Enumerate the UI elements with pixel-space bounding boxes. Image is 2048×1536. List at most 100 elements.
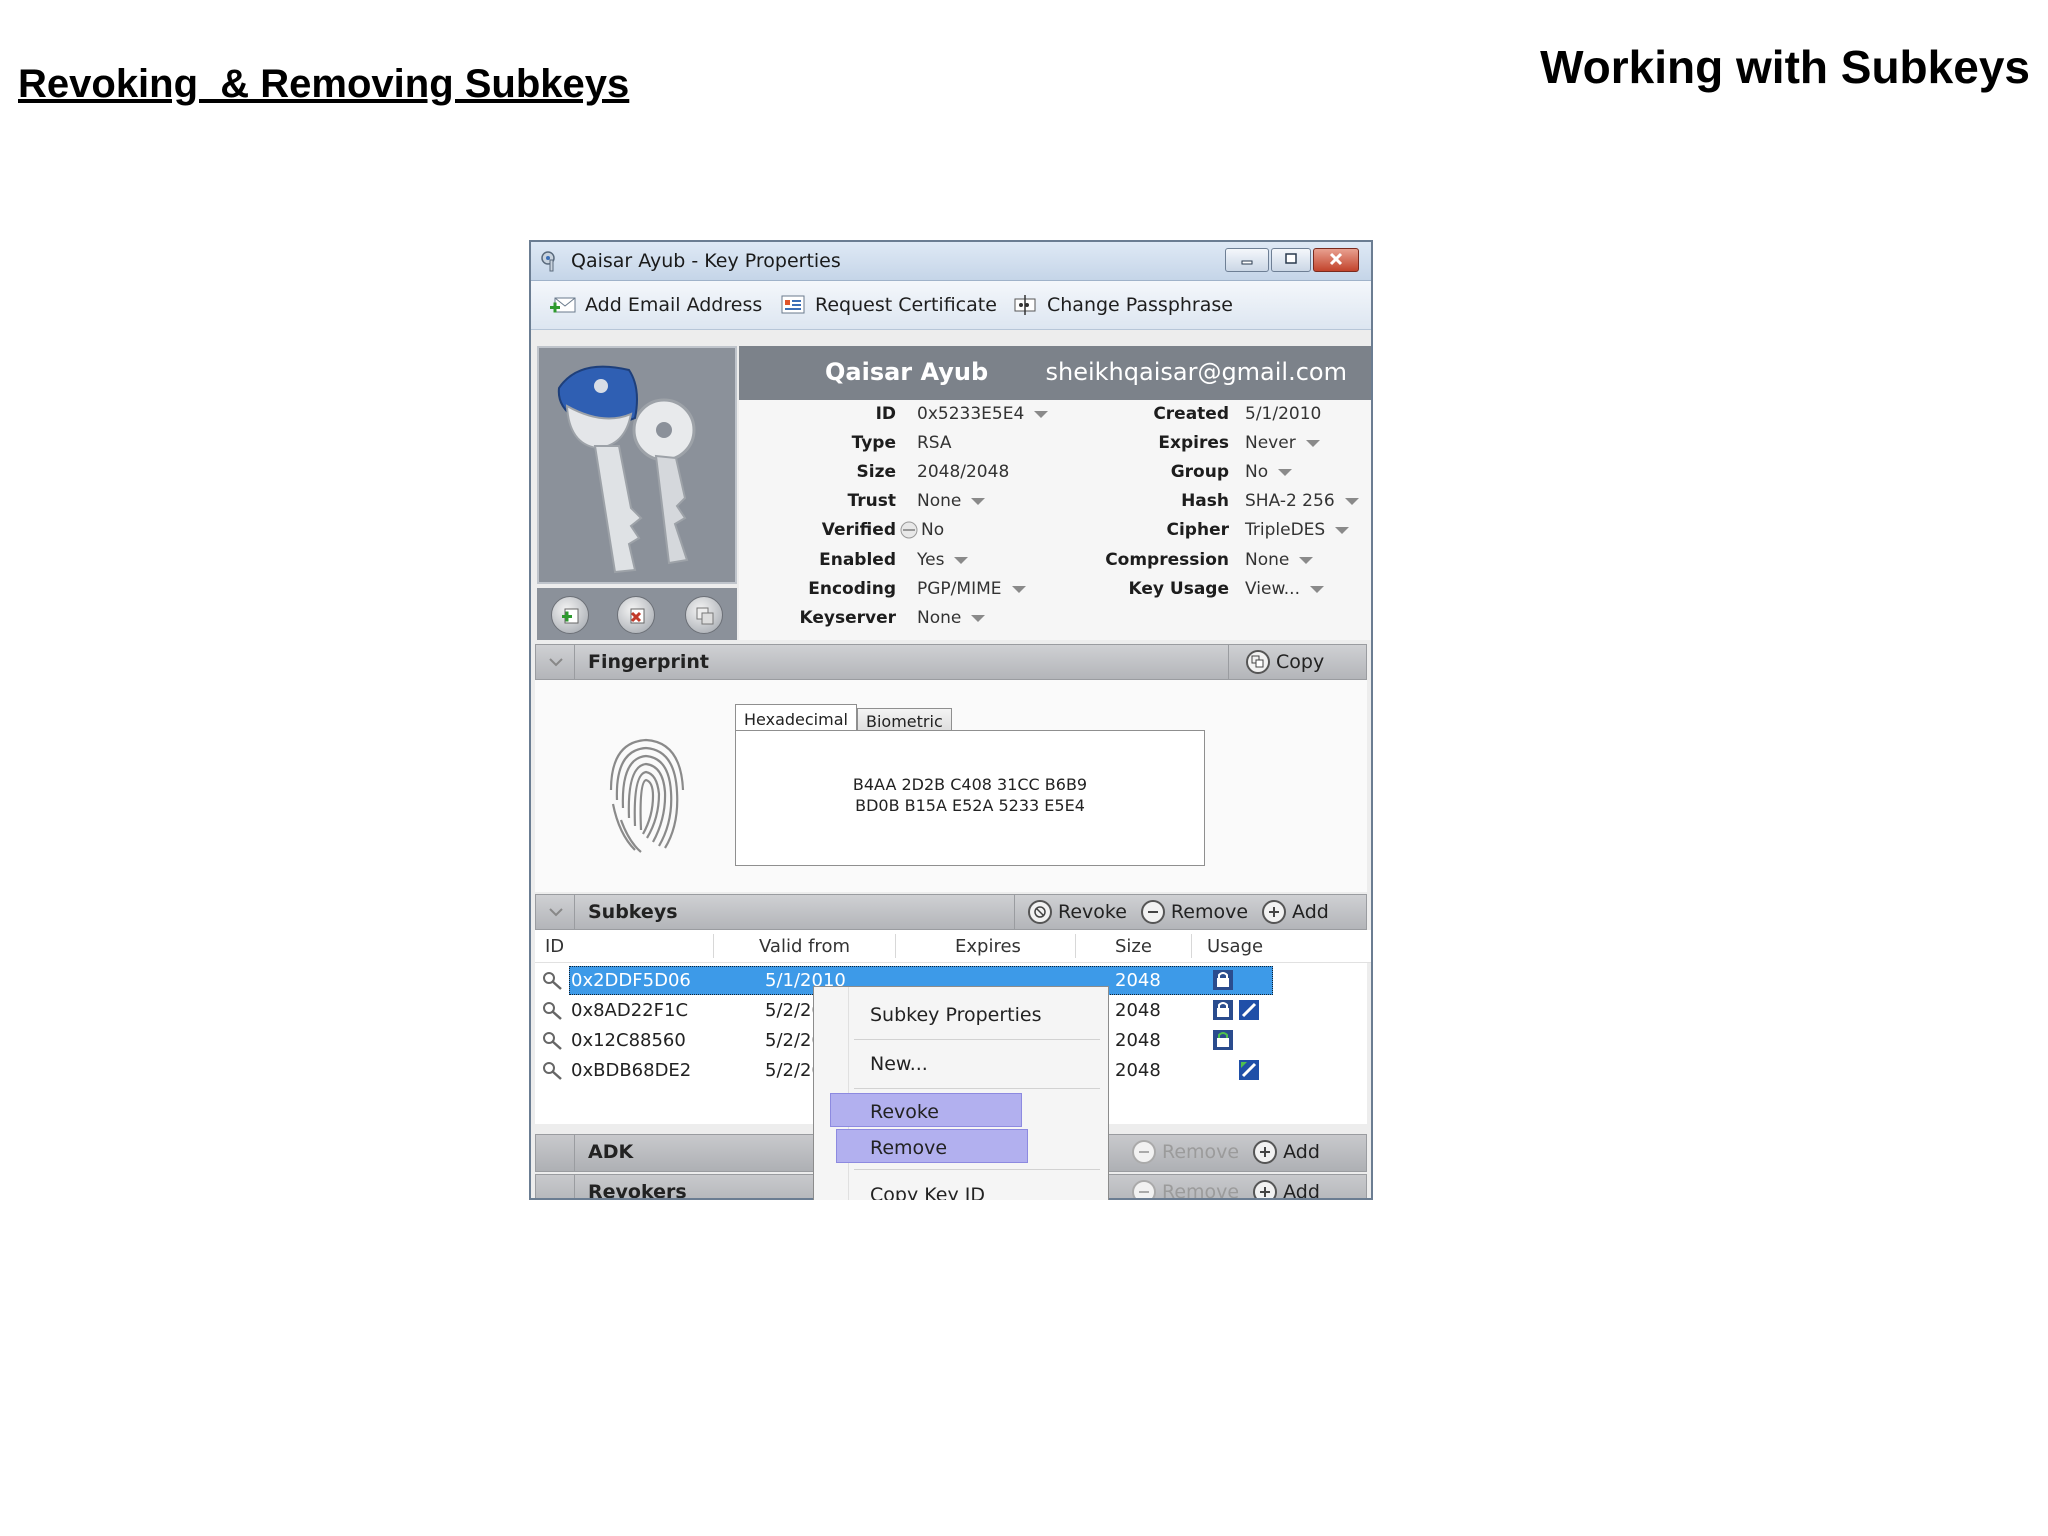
add-photo-button[interactable] xyxy=(551,596,589,634)
column-separator[interactable] xyxy=(1191,934,1192,958)
subkey-icon xyxy=(543,1062,562,1080)
fingerprint-panel: Hexadecimal Biometric B4AA 2D2B C408 31C… xyxy=(535,680,1367,892)
prop-value-id[interactable]: 0x5233E5E4 xyxy=(917,404,1049,424)
title-bar[interactable]: Qaisar Ayub - Key Properties xyxy=(531,242,1371,281)
key-properties-panel: ID 0x5233E5E4 Type RSA Size 2048/2048 Tr… xyxy=(739,400,1371,640)
dropdown-arrow-icon xyxy=(1278,468,1293,476)
prop-value-keyserver[interactable]: None xyxy=(917,608,986,628)
key-owner-email: sheikhqaisar@gmail.com xyxy=(1045,358,1348,386)
pgp-key-icon xyxy=(541,251,555,272)
change-passphrase-button[interactable]: Change Passphrase xyxy=(1011,291,1233,319)
prop-value-expires[interactable]: Never xyxy=(1245,433,1320,453)
column-header-id[interactable]: ID xyxy=(545,936,564,957)
fingerprint-actions: Copy xyxy=(1232,649,1324,675)
column-header-expires[interactable]: Expires xyxy=(955,936,1021,957)
minimize-button[interactable] xyxy=(1225,248,1269,272)
lock-icon xyxy=(1213,970,1233,990)
remove-adk-button[interactable]: Remove xyxy=(1132,1140,1239,1164)
remove-photo-icon xyxy=(630,608,645,624)
revoke-subkey-button[interactable]: Revoke xyxy=(1028,900,1127,924)
copy-fingerprint-button[interactable]: Copy xyxy=(1246,650,1324,674)
menu-separator xyxy=(854,1039,1100,1040)
copy-icon xyxy=(1246,650,1270,674)
close-button[interactable] xyxy=(1313,248,1359,272)
plus-icon xyxy=(1253,1180,1278,1198)
prop-value-compression[interactable]: None xyxy=(1245,550,1314,570)
menu-item-new[interactable]: New... xyxy=(814,1046,1108,1082)
column-separator[interactable] xyxy=(713,934,714,958)
subkey-context-menu: Subkey Properties New... Revoke Remove C… xyxy=(813,986,1109,1206)
copy-photo-icon xyxy=(696,607,714,625)
key-owner-name: Qaisar Ayub xyxy=(825,358,989,386)
remove-revoker-button[interactable]: Remove xyxy=(1132,1180,1239,1198)
prop-label-compression: Compression xyxy=(1105,550,1229,570)
subkeys-section-label: Subkeys xyxy=(588,901,678,923)
minus-icon xyxy=(1132,1140,1156,1164)
divider xyxy=(574,895,575,929)
prop-value-group[interactable]: No xyxy=(1245,462,1293,482)
prop-value-verified[interactable]: No xyxy=(899,520,944,540)
remove-subkey-button[interactable]: Remove xyxy=(1140,900,1248,924)
revokers-actions: Remove Add xyxy=(1118,1179,1320,1200)
fingerprint-value-box: B4AA 2D2B C408 31CC B6B9 BD0B B15A E52A … xyxy=(735,730,1205,866)
subkeys-section-header[interactable]: Subkeys Revoke Remove Add xyxy=(535,894,1367,930)
add-adk-label: Add xyxy=(1283,1141,1320,1163)
request-certificate-button[interactable]: Request Certificate xyxy=(779,291,997,319)
remove-photo-button[interactable] xyxy=(617,596,655,634)
copy-photo-button[interactable] xyxy=(685,596,723,634)
prop-value-key-usage[interactable]: View... xyxy=(1245,579,1324,599)
dropdown-arrow-icon xyxy=(1310,585,1324,593)
menu-item-revoke[interactable]: Revoke xyxy=(814,1094,1108,1130)
column-header-size[interactable]: Size xyxy=(1115,936,1152,957)
prop-label-verified: Verified xyxy=(821,520,896,540)
prop-value-size: 2048/2048 xyxy=(917,462,1010,482)
subkey-id: 0x8AD22F1C xyxy=(571,1000,689,1021)
revoke-label: Revoke xyxy=(1058,901,1127,923)
sign-pen-icon xyxy=(1239,1060,1259,1080)
menu-item-subkey-properties[interactable]: Subkey Properties xyxy=(814,997,1108,1033)
subkey-icon xyxy=(543,1002,562,1020)
column-separator[interactable] xyxy=(1075,934,1076,958)
prop-value-enabled[interactable]: Yes xyxy=(917,550,969,570)
keys-image-icon xyxy=(557,365,696,574)
subkey-size: 2048 xyxy=(1115,1000,1161,1021)
divider xyxy=(574,645,575,679)
add-photo-icon xyxy=(562,608,579,624)
plus-icon xyxy=(1262,900,1287,924)
change-passphrase-label: Change Passphrase xyxy=(1047,294,1233,316)
add-email-label: Add Email Address xyxy=(585,294,763,316)
add-subkey-button[interactable]: Add xyxy=(1262,900,1329,924)
add-revoker-button[interactable]: Add xyxy=(1253,1180,1320,1200)
add-adk-button[interactable]: Add xyxy=(1253,1140,1320,1164)
crop-mask xyxy=(813,1200,1113,1240)
prop-value-hash[interactable]: SHA-2 256 xyxy=(1245,491,1359,511)
subkey-id: 0x12C88560 xyxy=(571,1030,686,1051)
maximize-icon xyxy=(1285,253,1297,264)
dropdown-arrow-icon xyxy=(971,614,986,622)
add-email-button[interactable]: Add Email Address xyxy=(549,291,762,319)
envelope-add-icon xyxy=(550,297,576,313)
divider xyxy=(574,1135,575,1171)
subkeys-actions: Revoke Remove Add xyxy=(1014,899,1329,925)
prop-value-trust[interactable]: None xyxy=(917,491,986,511)
column-header-valid-from[interactable]: Valid from xyxy=(759,936,850,957)
fingerprint-icon xyxy=(609,738,685,853)
column-header-usage[interactable]: Usage xyxy=(1207,936,1263,957)
add-revoker-label: Add xyxy=(1283,1181,1320,1200)
passphrase-icon xyxy=(1014,295,1036,315)
dropdown-arrow-icon xyxy=(954,556,969,564)
fingerprint-line-2: BD0B B15A E52A 5233 E5E4 xyxy=(855,796,1085,815)
prop-value-encoding[interactable]: PGP/MIME xyxy=(917,579,1026,599)
column-separator[interactable] xyxy=(895,934,896,958)
slide-title: Revoking & Removing Subkeys xyxy=(18,62,630,106)
subkey-id: 0x2DDF5D06 xyxy=(571,970,691,991)
fingerprint-section-header[interactable]: Fingerprint Copy xyxy=(535,644,1367,680)
prop-value-cipher[interactable]: TripleDES xyxy=(1245,520,1350,540)
prop-label-expires: Expires xyxy=(1158,433,1229,453)
key-photo xyxy=(537,346,737,584)
chevron-down-icon xyxy=(549,908,563,917)
dropdown-arrow-icon xyxy=(1011,585,1026,593)
menu-item-remove[interactable]: Remove xyxy=(814,1130,1108,1166)
maximize-button[interactable] xyxy=(1271,248,1311,272)
copy-fingerprint-label: Copy xyxy=(1276,651,1325,673)
